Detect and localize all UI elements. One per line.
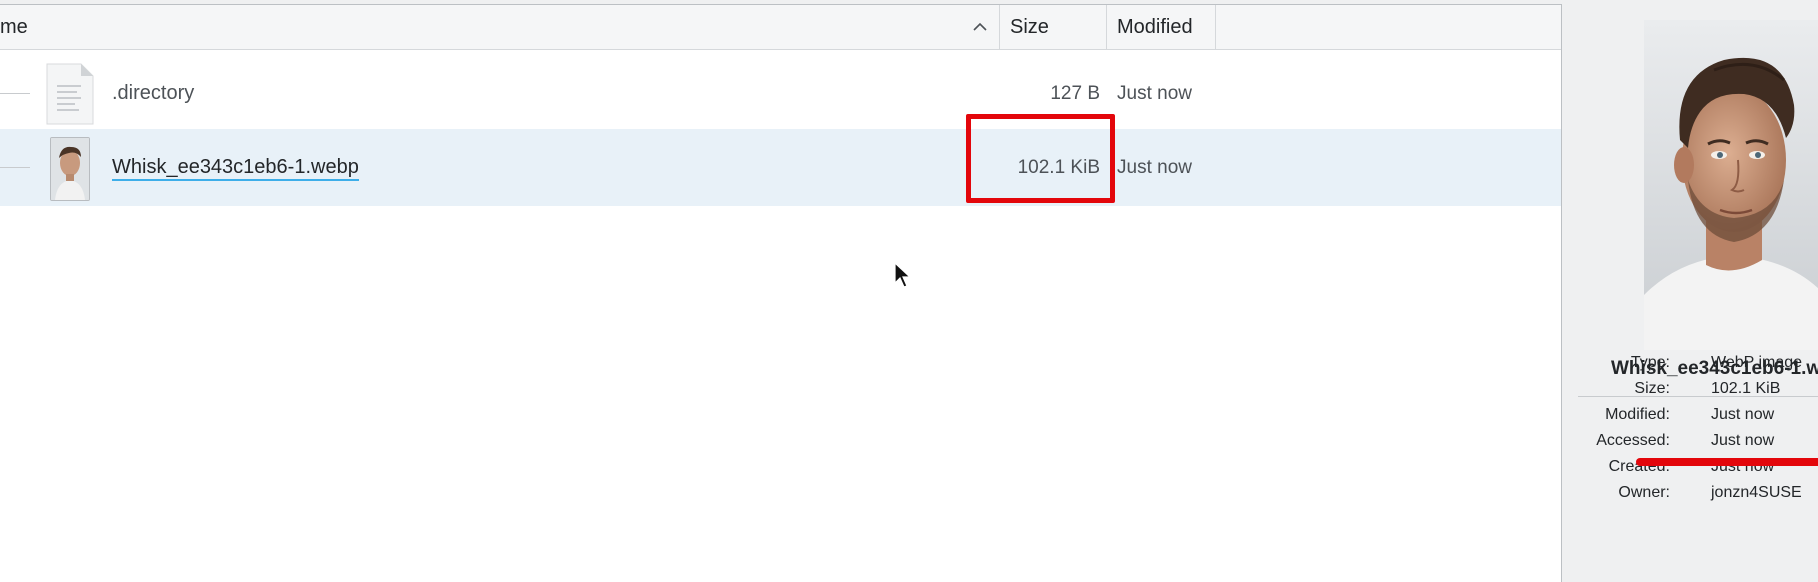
file-name[interactable]: .directory (112, 55, 194, 132)
file-name[interactable]: Whisk_ee343c1eb6-1.webp (112, 129, 359, 206)
file-name-text: Whisk_ee343c1eb6-1.webp (112, 156, 359, 181)
text-file-icon (45, 63, 95, 125)
property-value: jonzn4SUSE (1711, 484, 1802, 501)
file-modified: Just now (1117, 83, 1192, 104)
sort-ascending-icon[interactable] (970, 5, 990, 49)
modified-column-label: Modified (1117, 16, 1193, 38)
file-list-view[interactable]: me Size Modified .directory 127 B Just n… (0, 4, 1562, 582)
modified-column-header[interactable]: Modified (1107, 5, 1216, 49)
file-modified: Just now (1117, 157, 1192, 178)
property-owner: Owner: jonzn4SUSE (1566, 478, 1818, 508)
column-header: me Size Modified (0, 5, 1561, 50)
tree-branch-line (0, 93, 30, 94)
size-column-header[interactable]: Size (1000, 5, 1107, 49)
file-row-selected[interactable]: Whisk_ee343c1eb6-1.webp 102.1 KiB Just n… (0, 129, 1561, 206)
name-column-header[interactable]: me (0, 5, 1000, 49)
image-thumbnail (50, 137, 90, 201)
file-row[interactable]: .directory 127 B Just now (0, 55, 1561, 132)
file-name-text: .directory (112, 82, 195, 104)
image-preview (1644, 20, 1818, 350)
tree-branch-line (0, 167, 30, 168)
name-column-label: me (0, 16, 28, 38)
size-highlight-annotation (966, 114, 1115, 203)
size-column-label: Size (1010, 16, 1049, 38)
information-panel: Whisk_ee343c1eb6-1.w Type: WebP image Si… (1566, 0, 1818, 582)
size-underline-annotation (1636, 458, 1818, 466)
mouse-pointer-icon (893, 261, 913, 291)
property-label: Owner: (1618, 484, 1670, 501)
file-manager-window: me Size Modified .directory 127 B Just n… (0, 0, 1818, 582)
